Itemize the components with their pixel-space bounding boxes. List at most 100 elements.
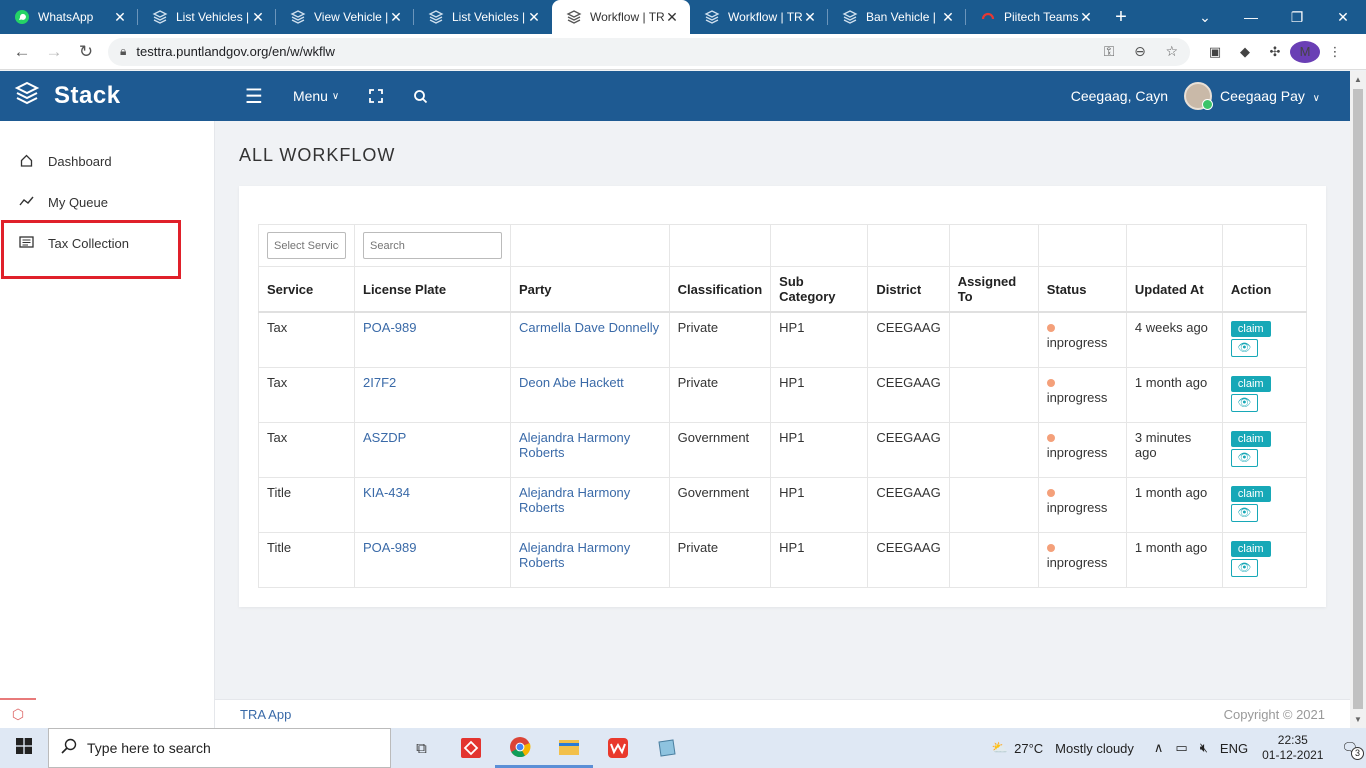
new-tab-button[interactable]: +	[1104, 0, 1138, 34]
column-header[interactable]: Assigned To	[948, 266, 1039, 313]
kebab-menu-icon[interactable]: ⋮	[1320, 44, 1350, 60]
chrome-icon[interactable]	[495, 728, 544, 768]
party-link[interactable]: Carmella Dave Donnelly	[519, 320, 659, 335]
license-plate-link[interactable]: 2I7F2	[363, 375, 396, 390]
browser-tab[interactable]: List Vehicles | ✕	[138, 0, 276, 34]
license-plate-link[interactable]: POA-989	[363, 320, 416, 335]
eye-icon[interactable]: 👁︎	[1230, 448, 1258, 467]
cell-service: Title	[258, 476, 355, 533]
claim-button[interactable]: claim	[1230, 321, 1271, 337]
language-indicator[interactable]: ENG	[1220, 741, 1248, 756]
restore-icon[interactable]: ❐	[1274, 9, 1320, 26]
close-icon[interactable]: ✕	[664, 9, 680, 26]
anydesk-icon[interactable]	[446, 728, 495, 768]
menu-label: Menu	[292, 88, 328, 104]
notification-icon[interactable]: 🗨︎ 3	[1341, 740, 1364, 760]
sidebar-item-label: My Queue	[48, 195, 108, 210]
key-icon[interactable]: ⚿	[1104, 43, 1115, 59]
back-icon[interactable]: ←	[6, 42, 38, 62]
license-plate-link[interactable]: POA-989	[363, 540, 416, 555]
shield-extension-icon[interactable]: ◆	[1230, 44, 1260, 60]
close-icon[interactable]: ✕	[526, 9, 542, 26]
user-menu[interactable]: Ceegaag Pay ∨	[1220, 88, 1320, 104]
browser-tab[interactable]: Workflow | TR ✕	[690, 0, 828, 34]
tab-search-icon[interactable]: ⌄	[1182, 9, 1228, 26]
eye-icon[interactable]: 👁︎	[1230, 558, 1258, 577]
weather-icon[interactable]: ⛅	[992, 740, 1008, 756]
wps-office-icon[interactable]	[593, 728, 642, 768]
license-plate-link[interactable]: KIA-434	[363, 485, 410, 500]
taskbar-search-input[interactable]: Type here to search	[48, 728, 391, 768]
column-header[interactable]: District	[867, 266, 950, 313]
eye-icon[interactable]: 👁︎	[1230, 339, 1258, 357]
close-window-icon[interactable]: ✕	[1320, 9, 1366, 26]
scrollbar-thumb[interactable]	[1353, 89, 1363, 709]
fullscreen-icon[interactable]	[369, 89, 384, 103]
footer-app-link[interactable]: TRA App	[240, 707, 291, 722]
menu-dropdown[interactable]: Menu ∨	[293, 88, 339, 104]
browser-tab[interactable]: WhatsApp ✕	[0, 0, 138, 34]
hamburger-icon[interactable]: ☰	[245, 84, 263, 109]
sidebar-item-my-queue[interactable]: My Queue	[0, 182, 214, 223]
main-content: ALL WORKFLOW Service License Plate Party…	[215, 121, 1350, 699]
column-header[interactable]: Service	[258, 266, 355, 313]
puzzle-icon[interactable]: ✣	[1260, 44, 1290, 60]
search-input[interactable]	[363, 232, 502, 259]
close-icon[interactable]: ✕	[250, 9, 266, 26]
browser-tab[interactable]: Ban Vehicle | ✕	[828, 0, 966, 34]
column-header[interactable]: Party	[510, 266, 670, 313]
brand[interactable]: Stack	[0, 80, 215, 113]
notification-count: 3	[1351, 747, 1364, 760]
claim-button[interactable]: claim	[1230, 540, 1271, 557]
file-explorer-icon[interactable]	[544, 728, 593, 768]
zoom-icon[interactable]: ⊖	[1134, 43, 1146, 59]
party-link[interactable]: Alejandra Harmony Roberts	[519, 540, 630, 570]
speaker-muted-icon[interactable]: 🔇︎	[1200, 740, 1208, 756]
column-header[interactable]: Status	[1037, 266, 1127, 313]
column-header[interactable]: License Plate	[354, 266, 511, 313]
profile-avatar[interactable]: M	[1290, 40, 1320, 63]
claim-button[interactable]: claim	[1230, 485, 1271, 502]
chevron-up-icon[interactable]: ∧	[1154, 740, 1164, 756]
battery-icon[interactable]: ▭	[1175, 740, 1187, 756]
browser-tab[interactable]: List Vehicles | ✕	[414, 0, 552, 34]
search-icon[interactable]	[413, 89, 428, 104]
column-header[interactable]: Sub Category	[770, 266, 869, 313]
service-select[interactable]	[267, 232, 346, 259]
column-header[interactable]: Updated At	[1125, 266, 1223, 313]
scroll-down-icon[interactable]: ▼	[1350, 715, 1366, 724]
close-icon[interactable]: ✕	[112, 9, 128, 26]
windows-start-icon[interactable]	[0, 737, 48, 759]
page-scrollbar[interactable]: ▲ ▼	[1350, 71, 1366, 728]
party-link[interactable]: Deon Abe Hackett	[519, 375, 624, 390]
laravel-icon[interactable]: ⬡	[0, 698, 36, 728]
claim-button[interactable]: claim	[1230, 430, 1271, 447]
party-link[interactable]: Alejandra Harmony Roberts	[519, 430, 630, 460]
browser-tab[interactable]: Piitech Teams ✕	[966, 0, 1104, 34]
eye-icon[interactable]: 👁︎	[1230, 393, 1258, 412]
selenium-extension-icon[interactable]: ▣	[1200, 44, 1230, 60]
close-icon[interactable]: ✕	[802, 9, 818, 26]
close-icon[interactable]: ✕	[940, 9, 956, 26]
license-plate-link[interactable]: ASZDP	[363, 430, 406, 445]
app-window-icon[interactable]	[642, 728, 691, 768]
browser-tab-active[interactable]: Workflow | TR ✕	[552, 0, 690, 34]
forward-icon[interactable]: →	[38, 42, 70, 62]
url-field[interactable]: 🔒︎ testtra.puntlandgov.org/en/w/wkflw ⚿ …	[108, 37, 1190, 66]
minimize-icon[interactable]: —	[1228, 9, 1274, 25]
scroll-up-icon[interactable]: ▲	[1350, 75, 1366, 84]
reload-icon[interactable]: ↻	[70, 42, 102, 62]
eye-icon[interactable]: 👁︎	[1230, 503, 1258, 522]
avatar[interactable]	[1184, 82, 1214, 110]
close-icon[interactable]: ✕	[388, 9, 404, 26]
column-header[interactable]: Action	[1221, 266, 1308, 313]
party-link[interactable]: Alejandra Harmony Roberts	[519, 485, 630, 515]
sidebar-item-dashboard[interactable]: Dashboard	[0, 141, 214, 182]
task-view-icon[interactable]: ⧉	[397, 728, 446, 768]
browser-tab[interactable]: View Vehicle | ✕	[276, 0, 414, 34]
column-header[interactable]: Classification	[668, 266, 772, 313]
close-icon[interactable]: ✕	[1078, 9, 1094, 26]
claim-button[interactable]: claim	[1230, 375, 1271, 392]
bookmark-star-icon[interactable]: ☆	[1165, 43, 1178, 59]
clock[interactable]: 22:35 01-12-2021	[1262, 733, 1323, 763]
